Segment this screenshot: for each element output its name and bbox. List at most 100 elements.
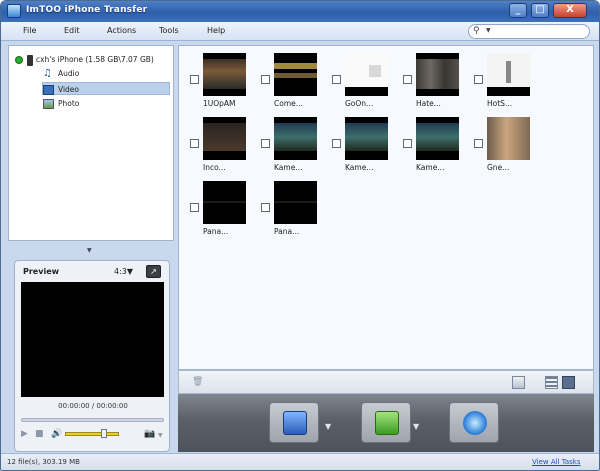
menu-help[interactable]: Help [207, 26, 225, 35]
item-checkbox[interactable] [190, 139, 199, 148]
snapshot-dropdown-icon[interactable]: ▼ [158, 432, 163, 439]
volume-slider[interactable] [65, 432, 119, 436]
video-item[interactable]: Pana... [190, 174, 260, 238]
play-icon[interactable]: ▶ [21, 429, 28, 439]
save-icon[interactable] [512, 376, 525, 389]
video-thumbnail[interactable] [416, 53, 459, 96]
list-view-icon[interactable] [545, 376, 558, 389]
item-checkbox[interactable] [190, 75, 199, 84]
seek-slider[interactable] [21, 418, 164, 422]
close-button[interactable]: X [553, 3, 587, 18]
video-thumbnail[interactable] [345, 53, 388, 96]
view-toolbar: 🗑 [178, 370, 594, 394]
eject-icon[interactable] [15, 56, 23, 64]
video-thumbnail[interactable] [274, 53, 317, 96]
file-count: 12 file(s), 303.19 MB [7, 458, 80, 466]
video-label: HotS... [487, 99, 513, 108]
video-item[interactable]: 1UOpAM [190, 46, 260, 110]
video-item[interactable]: Come... [261, 46, 331, 110]
video-thumbnail[interactable] [487, 53, 530, 96]
video-item[interactable]: GoOn... [332, 46, 402, 110]
iphone-icon [27, 54, 33, 66]
grid-view-icon[interactable] [562, 376, 575, 389]
snapshot-icon[interactable]: 📷 [144, 429, 155, 439]
video-item[interactable]: HotS... [474, 46, 544, 110]
video-label: Pana... [203, 227, 229, 236]
menu-edit[interactable]: Edit [64, 26, 80, 35]
video-grid: 1UOpAM Come... GoOn... Hate... HotS... I… [178, 45, 594, 370]
video-label: Come... [274, 99, 303, 108]
action-bar: ▼ ▼ [178, 394, 594, 452]
preview-screen [21, 282, 164, 397]
window-title: ImTOO iPhone Transfer [26, 5, 148, 15]
app-icon [7, 4, 21, 18]
item-checkbox[interactable] [261, 75, 270, 84]
menu-actions[interactable]: Actions [107, 26, 136, 35]
tree-item-video[interactable]: Video [42, 82, 170, 95]
video-thumbnail[interactable] [416, 117, 459, 160]
video-label: 1UOpAM [203, 99, 236, 108]
collapse-arrow-icon[interactable]: ▼ [87, 247, 92, 254]
device-tree: cxh's iPhone (1.58 GB\7.07 GB) ♫ Audio Vi… [8, 45, 174, 241]
tree-item-audio[interactable]: ♫ Audio [43, 67, 169, 80]
video-item[interactable]: Kame... [261, 110, 331, 174]
search-dropdown-icon[interactable]: ▼ [486, 27, 491, 34]
item-checkbox[interactable] [332, 139, 341, 148]
tree-item-photo[interactable]: Photo [43, 97, 169, 110]
photo-icon [43, 99, 54, 109]
video-label: Kame... [416, 163, 445, 172]
video-item[interactable]: Inco... [190, 110, 260, 174]
menu-tools[interactable]: Tools [159, 26, 179, 35]
video-label: Kame... [345, 163, 374, 172]
video-item[interactable]: Kame... [332, 110, 402, 174]
stop-icon[interactable]: ■ [35, 429, 44, 439]
item-checkbox[interactable] [261, 139, 270, 148]
tree-item-label: Audio [58, 69, 80, 78]
video-thumbnail[interactable] [203, 181, 246, 224]
item-checkbox[interactable] [190, 203, 199, 212]
search-icon: ⚲ [473, 26, 480, 36]
video-thumbnail[interactable] [203, 117, 246, 160]
maximize-button[interactable]: □ [531, 3, 549, 18]
video-label: Kame... [274, 163, 303, 172]
video-thumbnail[interactable] [274, 181, 317, 224]
add-to-device-button[interactable] [269, 402, 319, 443]
video-label: GoOn... [345, 99, 374, 108]
minimize-button[interactable]: _ [509, 3, 527, 18]
video-item[interactable]: Pana... [261, 174, 331, 238]
video-item[interactable]: Kame... [403, 110, 473, 174]
item-checkbox[interactable] [403, 75, 412, 84]
preview-panel: Preview 4:3▼ ↗ 00:00:00 / 00:00:00 ▶ ■ 🔊… [14, 260, 170, 452]
video-thumbnail[interactable] [274, 117, 317, 160]
item-checkbox[interactable] [474, 75, 483, 84]
view-all-tasks-link[interactable]: View All Tasks [532, 458, 581, 466]
video-item[interactable]: Gne... [474, 110, 544, 174]
item-checkbox[interactable] [332, 75, 341, 84]
search-input[interactable]: ⚲ ▼ [468, 24, 590, 39]
video-thumbnail[interactable] [345, 117, 388, 160]
itunes-icon [463, 411, 487, 435]
video-item[interactable]: Hate... [403, 46, 473, 110]
preview-title: Preview [23, 267, 60, 276]
export-to-itunes-button[interactable] [449, 402, 499, 443]
menu-file[interactable]: File [23, 26, 36, 35]
item-checkbox[interactable] [403, 139, 412, 148]
volume-icon[interactable]: 🔊 [51, 429, 62, 439]
volume-knob[interactable] [101, 429, 107, 438]
item-checkbox[interactable] [261, 203, 270, 212]
tree-device[interactable]: cxh's iPhone (1.58 GB\7.07 GB) [15, 53, 154, 66]
video-label: Hate... [416, 99, 441, 108]
video-thumbnail[interactable] [203, 53, 246, 96]
trash-icon[interactable]: 🗑 [192, 377, 203, 387]
music-note-icon: ♫ [43, 68, 52, 79]
aspect-ratio-select[interactable]: 4:3▼ [114, 267, 133, 276]
export-to-pc-button[interactable] [361, 402, 411, 443]
add-dropdown-icon[interactable]: ▼ [325, 422, 331, 431]
popout-icon[interactable]: ↗ [146, 265, 161, 278]
app-window: ImTOO iPhone Transfer _ □ X File Edit Ac… [0, 0, 600, 471]
preview-time: 00:00:00 / 00:00:00 [58, 402, 128, 410]
item-checkbox[interactable] [474, 139, 483, 148]
video-thumbnail[interactable] [487, 117, 530, 160]
export-dropdown-icon[interactable]: ▼ [413, 422, 419, 431]
video-label: Pana... [274, 227, 300, 236]
